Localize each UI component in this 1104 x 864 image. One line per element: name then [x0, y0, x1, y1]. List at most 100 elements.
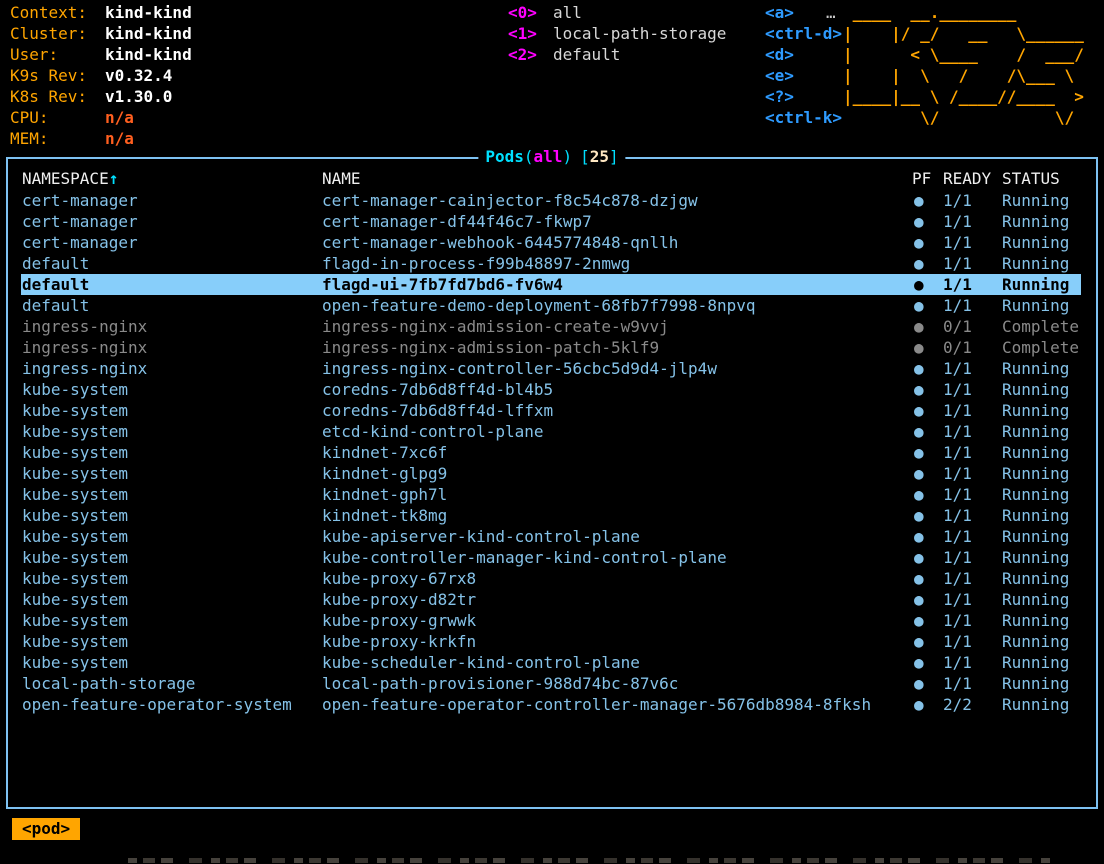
- table-row[interactable]: cert-managercert-manager-cainjector-f8c5…: [8, 190, 1096, 211]
- table-header-row: NAMESPACE↑ NAME PF READY STATUS: [8, 168, 1096, 189]
- table-row[interactable]: kube-systemkindnet-7xc6f●1/1Running: [8, 442, 1096, 463]
- cell-name: flagd-in-process-f99b48897-2nmwg: [322, 253, 630, 274]
- table-row[interactable]: cert-managercert-manager-webhook-6445774…: [8, 232, 1096, 253]
- cell-namespace: kube-system: [22, 526, 128, 547]
- table-row[interactable]: kube-systemkube-scheduler-kind-control-p…: [8, 652, 1096, 673]
- cell-ready: 1/1: [943, 484, 972, 505]
- cell-status: Running: [1002, 631, 1069, 652]
- table-row[interactable]: kube-systemkube-proxy-67rx8●1/1Running: [8, 568, 1096, 589]
- cell-status: Complete: [1002, 337, 1079, 358]
- table-row[interactable]: kube-systemkube-controller-manager-kind-…: [8, 547, 1096, 568]
- table-row[interactable]: kube-systemetcd-kind-control-plane●1/1Ru…: [8, 421, 1096, 442]
- cluster-info-row: MEM:n/a: [0, 128, 192, 149]
- cell-namespace: kube-system: [22, 463, 128, 484]
- table-row[interactable]: kube-systemcoredns-7db6d8ff4d-lffxm●1/1R…: [8, 400, 1096, 421]
- table-row[interactable]: defaultflagd-ui-7fb7fd7bd6-fv6w4●1/1Runn…: [8, 274, 1096, 295]
- cell-ready: 1/1: [943, 190, 972, 211]
- table-row[interactable]: kube-systemkube-proxy-grwwk●1/1Running: [8, 610, 1096, 631]
- breadcrumb-pod[interactable]: <pod>: [12, 818, 80, 840]
- table-row[interactable]: kube-systemkindnet-glpg9●1/1Running: [8, 463, 1096, 484]
- cluster-info-value: kind-kind: [105, 3, 192, 22]
- cell-namespace: local-path-storage: [22, 673, 195, 694]
- pf-indicator-icon: ●: [914, 589, 924, 610]
- cluster-info-label: MEM:: [10, 128, 105, 149]
- hotkey-label: <a>: [765, 3, 794, 22]
- cell-name: kube-apiserver-kind-control-plane: [322, 526, 640, 547]
- hotkey-label: <2>: [508, 44, 553, 65]
- table-row[interactable]: defaultflagd-in-process-f99b48897-2nmwg●…: [8, 253, 1096, 274]
- cell-ready: 1/1: [943, 547, 972, 568]
- pf-indicator-icon: ●: [914, 379, 924, 400]
- cell-ready: 1/1: [943, 442, 972, 463]
- column-header-namespace[interactable]: NAMESPACE↑: [22, 168, 118, 189]
- cell-status: Running: [1002, 505, 1069, 526]
- k9s-logo-ascii: ____ __.________ | |/ _/ __ \______ | < …: [843, 2, 1093, 128]
- cell-status: Running: [1002, 652, 1069, 673]
- bracket-open: [: [580, 147, 590, 166]
- cell-namespace: kube-system: [22, 610, 128, 631]
- cell-status: Running: [1002, 694, 1069, 715]
- pf-indicator-icon: ●: [914, 442, 924, 463]
- cell-namespace: kube-system: [22, 379, 128, 400]
- table-row[interactable]: kube-systemkindnet-gph7l●1/1Running: [8, 484, 1096, 505]
- namespace-hotkey-item[interactable]: <0>all: [508, 2, 726, 23]
- cell-status: Running: [1002, 484, 1069, 505]
- table-row[interactable]: ingress-nginxingress-nginx-admission-cre…: [8, 316, 1096, 337]
- namespace-hotkeys: <0>all<1>local-path-storage<2>default: [508, 2, 726, 65]
- table-row[interactable]: kube-systemkube-proxy-krkfn●1/1Running: [8, 631, 1096, 652]
- pf-indicator-icon: ●: [914, 484, 924, 505]
- cell-namespace: kube-system: [22, 652, 128, 673]
- cluster-info-value: n/a: [105, 108, 134, 127]
- cell-name: ingress-nginx-admission-patch-5klf9: [322, 337, 659, 358]
- hotkey-label: <ctrl-d>: [765, 24, 842, 43]
- cell-namespace: kube-system: [22, 568, 128, 589]
- cell-namespace: ingress-nginx: [22, 358, 147, 379]
- cell-ready: 1/1: [943, 253, 972, 274]
- action-hotkey-item[interactable]: <ctrl-k>: [765, 107, 842, 128]
- cell-name: kindnet-gph7l: [322, 484, 447, 505]
- table-row[interactable]: kube-systemkindnet-tk8mg●1/1Running: [8, 505, 1096, 526]
- namespace-hotkey-item[interactable]: <2>default: [508, 44, 726, 65]
- cluster-info-row: K8s Rev:v1.30.0: [0, 86, 192, 107]
- cell-status: Complete: [1002, 316, 1079, 337]
- action-hotkey-item[interactable]: <d>: [765, 44, 842, 65]
- column-header-status[interactable]: STATUS: [1002, 168, 1060, 189]
- table-row[interactable]: ingress-nginxingress-nginx-controller-56…: [8, 358, 1096, 379]
- action-hotkey-item[interactable]: <?>: [765, 86, 842, 107]
- hotkey-label: <e>: [765, 66, 794, 85]
- cluster-info-row: K9s Rev:v0.32.4: [0, 65, 192, 86]
- action-hotkey-item[interactable]: <e>: [765, 65, 842, 86]
- pf-indicator-icon: ●: [914, 463, 924, 484]
- table-row[interactable]: kube-systemkube-proxy-d82tr●1/1Running: [8, 589, 1096, 610]
- cell-ready: 1/1: [943, 400, 972, 421]
- pf-indicator-icon: ●: [914, 316, 924, 337]
- cell-name: cert-manager-df44f46c7-fkwp7: [322, 211, 592, 232]
- namespace-name: all: [553, 3, 582, 22]
- pf-indicator-icon: ●: [914, 610, 924, 631]
- cell-ready: 2/2: [943, 694, 972, 715]
- cluster-info-value: v0.32.4: [105, 66, 172, 85]
- cell-ready: 1/1: [943, 505, 972, 526]
- cell-status: Running: [1002, 358, 1069, 379]
- table-row[interactable]: ingress-nginxingress-nginx-admission-pat…: [8, 337, 1096, 358]
- cell-status: Running: [1002, 379, 1069, 400]
- column-header-name[interactable]: NAME: [322, 168, 361, 189]
- cell-namespace: default: [22, 274, 89, 295]
- cell-ready: 1/1: [943, 421, 972, 442]
- cluster-info-label: K9s Rev:: [10, 65, 105, 86]
- cell-status: Running: [1002, 421, 1069, 442]
- table-row[interactable]: kube-system kube-apiserver-kind-control-p…: [8, 526, 1096, 547]
- cell-name: cert-manager-webhook-6445774848-qnllh: [322, 232, 678, 253]
- table-row[interactable]: cert-managercert-manager-df44f46c7-fkwp7…: [8, 211, 1096, 232]
- table-row[interactable]: open-feature-operator-systemopen-feature…: [8, 694, 1096, 715]
- column-header-namespace-label: NAMESPACE: [22, 169, 109, 188]
- table-row[interactable]: local-path-storagelocal-path-provisioner…: [8, 673, 1096, 694]
- truncated-label-ellipsis: …: [826, 2, 836, 23]
- table-row[interactable]: kube-systemcoredns-7db6d8ff4d-bl4b5●1/1R…: [8, 379, 1096, 400]
- table-row[interactable]: defaultopen-feature-demo-deployment-68fb…: [8, 295, 1096, 316]
- column-header-pf[interactable]: PF: [912, 168, 931, 189]
- namespace-hotkey-item[interactable]: <1>local-path-storage: [508, 23, 726, 44]
- column-header-ready[interactable]: READY: [943, 168, 991, 189]
- action-hotkey-item[interactable]: <ctrl-d>: [765, 23, 842, 44]
- cell-ready: 1/1: [943, 379, 972, 400]
